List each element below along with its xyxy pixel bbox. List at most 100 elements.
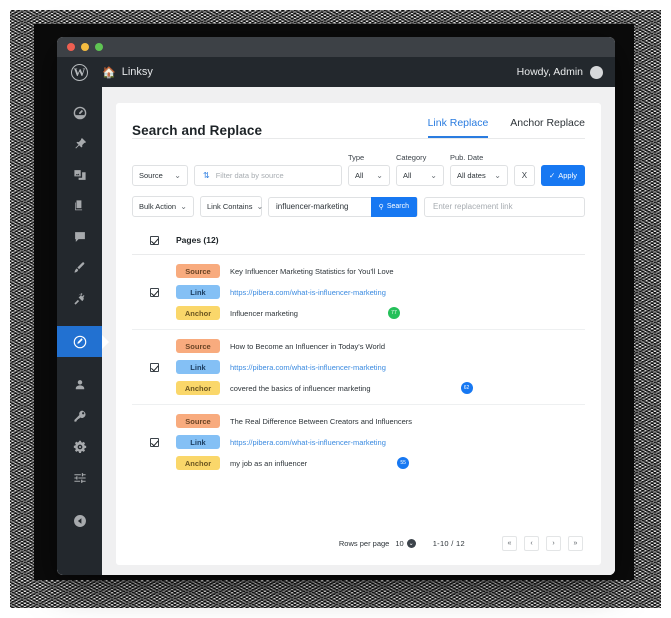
edit-icon [73,335,86,348]
minimize-window-button[interactable] [81,43,89,51]
type-filter-select[interactable]: All ⌄ [347,165,390,186]
date-filter-select[interactable]: All dates ⌄ [449,165,508,186]
source-select-group: Source ⌄ [132,165,188,186]
sidebar-item-comments[interactable] [57,221,102,252]
sidebar-item-sliders[interactable] [57,462,102,493]
filter-bar: Source ⌄ ⇅ Filter data by source Type Al… [132,153,585,186]
chevron-down-icon: ⌄ [174,171,181,180]
clear-filters-button[interactable]: X [513,165,535,186]
search-button-label: Search [386,203,409,210]
sidebar-item-appearance[interactable] [57,252,102,283]
anchor-tag: Anchor [176,381,220,395]
replacement-link-placeholder: Enter replacement link [433,202,513,211]
row-source-line: Source Key Influencer Marketing Statisti… [176,264,585,278]
row-anchor-text: my job as an influencer [230,458,308,468]
wp-admin-bar: W 🏠 Linksy Howdy, Admin [57,57,615,87]
sidebar-item-posts[interactable] [57,128,102,159]
header-divider [132,138,585,139]
date-filter-label: Pub. Date [449,153,484,162]
home-icon: 🏠 [102,66,116,79]
first-page-button[interactable]: « [502,536,517,551]
browser-window: W 🏠 Linksy Howdy, Admin Search and Repla… [57,37,615,575]
source-select[interactable]: Source ⌄ [132,165,188,186]
select-all-cell [132,235,176,245]
site-name-link[interactable]: 🏠 Linksy [102,66,153,79]
type-filter-value: All [354,171,364,180]
content-card: Search and Replace Link Replace Anchor R… [116,103,601,565]
search-term-group: influencer-marketing ⚲ Search [268,196,418,217]
row-link[interactable]: https://pibera.com/what-is-influencer-ma… [230,288,386,297]
chevron-down-icon: ⌄ [494,171,501,180]
sidebar-item-tools[interactable] [57,400,102,431]
filter-search-input[interactable]: ⇅ Filter data by source [194,165,342,186]
link-tag: Link [176,285,220,299]
table-header-row: Pages (12) [132,229,585,255]
sidebar-item-linksy[interactable] [57,326,102,357]
anchor-tag: Anchor [176,306,220,320]
table-row: Source The Real Difference Between Creat… [132,405,585,479]
sidebar-item-collapse[interactable] [57,505,102,536]
anchor-tag: Anchor [176,456,220,470]
chevron-down-icon: ⌄ [256,202,264,211]
row-checkbox[interactable] [149,437,159,447]
chevron-down-icon: ⌄ [406,539,416,548]
sliders-icon [73,472,86,483]
close-window-button[interactable] [67,43,75,51]
date-filter-value: All dates [456,171,486,180]
action-bar: Bulk Action ⌄ Link Contains ⌄ influencer… [132,196,585,217]
wordpress-logo-button[interactable]: W [57,63,102,81]
sidebar-item-users[interactable] [57,369,102,400]
account-menu[interactable]: Howdy, Admin [517,65,603,79]
collapse-icon [73,514,86,527]
select-all-checkbox[interactable] [149,235,159,245]
sidebar-item-dashboard[interactable] [57,97,102,128]
next-page-button[interactable]: › [546,536,561,551]
bulk-action-select[interactable]: Bulk Action ⌄ [132,196,194,217]
rows-per-page-select[interactable]: 10 ⌄ [395,539,416,548]
last-page-button[interactable]: » [568,536,583,551]
sidebar-item-media[interactable] [57,159,102,190]
row-link[interactable]: https://pibera.com/what-is-influencer-ma… [230,363,386,372]
row-anchor-text: covered the basics of influencer marketi… [230,383,371,393]
results-table: Pages (12) Source Key Influencer Marketi… [132,229,585,524]
avatar [590,65,603,79]
sidebar-item-plugins[interactable] [57,283,102,314]
row-checkbox[interactable] [149,362,159,372]
bulk-action-value: Bulk Action [139,202,177,211]
row-anchor-text: Influencer marketing [230,308,298,318]
replacement-link-input[interactable]: Enter replacement link [424,196,585,217]
media-icon [73,169,86,180]
type-filter-group: Type All ⌄ [347,153,390,186]
tab-anchor-replace[interactable]: Anchor Replace [510,117,585,138]
sort-icon[interactable]: ⇅ [203,171,210,180]
apply-filters-button[interactable]: ✓ Apply [540,165,585,186]
row-link[interactable]: https://pibera.com/what-is-influencer-ma… [230,438,386,447]
site-name-label: Linksy [121,66,153,78]
search-button[interactable]: ⚲ Search [370,196,417,217]
row-anchor-line: Anchor covered the basics of influencer … [176,381,585,395]
source-tag: Source [176,264,220,278]
search-term-input[interactable]: influencer-marketing [269,202,371,211]
score-badge: 62 [460,382,473,394]
row-content: Source How to Become an Influencer in To… [176,339,585,395]
sidebar-item-pages[interactable] [57,190,102,221]
source-tag: Source [176,414,220,428]
tab-bar: Link Replace Anchor Replace [427,117,585,138]
link-tag: Link [176,435,220,449]
row-checkbox-cell [132,414,176,470]
row-checkbox[interactable] [149,287,159,297]
score-badge: 55 [397,457,410,469]
key-icon [73,410,86,422]
tab-link-replace[interactable]: Link Replace [427,117,489,138]
page-title: Search and Replace [132,123,263,138]
category-filter-select[interactable]: All ⌄ [395,165,444,186]
row-link-line: Link https://pibera.com/what-is-influenc… [176,435,585,449]
admin-sidebar [57,87,102,575]
maximize-window-button[interactable] [95,43,103,51]
prev-page-button[interactable]: ‹ [524,536,539,551]
sidebar-item-settings[interactable] [57,431,102,462]
link-contains-select[interactable]: Link Contains ⌄ [200,196,264,217]
rows-per-page-group: Rows per page 10 ⌄ [339,539,416,548]
comment-icon [74,231,85,242]
window-titlebar [57,37,615,57]
